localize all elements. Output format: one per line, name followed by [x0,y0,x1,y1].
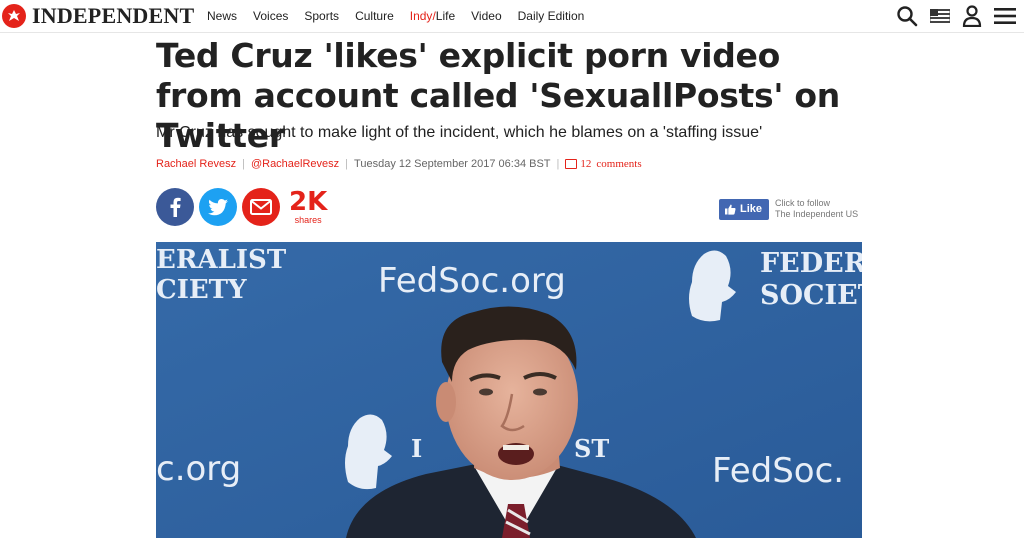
nav-item-news[interactable]: News [207,9,237,23]
publish-date: Tuesday 12 September 2017 06:34 BST [354,158,551,170]
byline-divider: | [556,158,560,170]
main-nav: News Voices Sports Culture Indy/Life Vid… [207,0,600,32]
follow-text-line2: The Independent US [775,209,859,219]
comment-bubble-icon [565,159,578,169]
author-twitter-link[interactable]: @RachaelRevesz [251,158,339,170]
thumbs-up-icon [725,204,736,215]
backdrop-text: ERALIST [156,245,287,275]
search-icon[interactable] [896,5,918,27]
share-facebook-button[interactable] [156,188,194,226]
share-count: 2K shares [289,189,327,226]
share-bar: 2K shares [156,188,327,226]
nav-item-video[interactable]: Video [471,9,501,23]
edition-flag-icon[interactable] [930,9,950,23]
author-link[interactable]: Rachael Revesz [156,158,236,170]
article-byline: Rachael Revesz | @RachaelRevesz | Tuesda… [156,158,642,170]
like-label: Like [740,203,763,215]
share-twitter-button[interactable] [199,188,237,226]
menu-icon[interactable] [994,7,1016,25]
share-email-button[interactable] [242,188,280,226]
backdrop-text: I [411,434,422,463]
nav-item-indy-life[interactable]: Indy/Life [410,9,455,23]
backdrop-text: SOCIETY [760,280,862,311]
backdrop-text: FedSoc.org [378,261,566,301]
follow-text-line1: Click to follow [775,198,831,208]
byline-divider: | [242,158,245,170]
article-standfirst: Mr Cruz has sought to make light of the … [156,124,763,141]
article-lead-image[interactable]: ERALIST CIETY FedSoc.org FEDERA SOCIETY … [156,242,862,538]
follow-text: Click to follow The Independent US [775,198,858,220]
backdrop-text: c.org [156,449,241,489]
backdrop-text: ST [574,434,609,463]
comments-label: comments [596,158,642,170]
share-count-number: 2K [289,186,328,217]
backdrop-text: FedSoc. [712,451,844,491]
facebook-icon [170,197,181,217]
nav-item-sports[interactable]: Sports [304,9,339,23]
speaker-teeth [503,445,529,450]
site-logo[interactable]: INDEPENDENT [2,3,194,29]
nav-item-culture[interactable]: Culture [355,9,394,23]
logo-text: INDEPENDENT [32,3,195,28]
speaker-eye [479,388,493,396]
nav-item-daily-edition[interactable]: Daily Edition [518,9,585,23]
email-icon [250,199,272,215]
eagle-logo-icon [2,4,26,28]
account-icon[interactable] [962,5,982,27]
backdrop-text: CIETY [156,275,247,305]
speaker-eye [533,388,547,396]
comments-link[interactable]: 12 comments [565,158,642,170]
speaker-ear [436,382,456,422]
header-tools [884,0,1016,32]
nav-item-voices[interactable]: Voices [253,9,288,23]
comments-count: 12 [580,158,592,170]
share-count-label: shares [294,214,322,225]
backdrop-text: FEDERA [760,248,862,279]
nav-item-indy-label: Indy [409,9,433,23]
byline-divider: | [345,158,349,170]
nav-item-life-label: Life [435,9,456,23]
site-header: INDEPENDENT News Voices Sports Culture I… [0,0,1024,33]
facebook-like-button[interactable]: Like [719,198,770,220]
twitter-icon [208,198,228,215]
lead-image-illustration: ERALIST CIETY FedSoc.org FEDERA SOCIETY … [156,242,862,538]
facebook-follow-widget: Like Click to follow The Independent US [719,198,858,220]
